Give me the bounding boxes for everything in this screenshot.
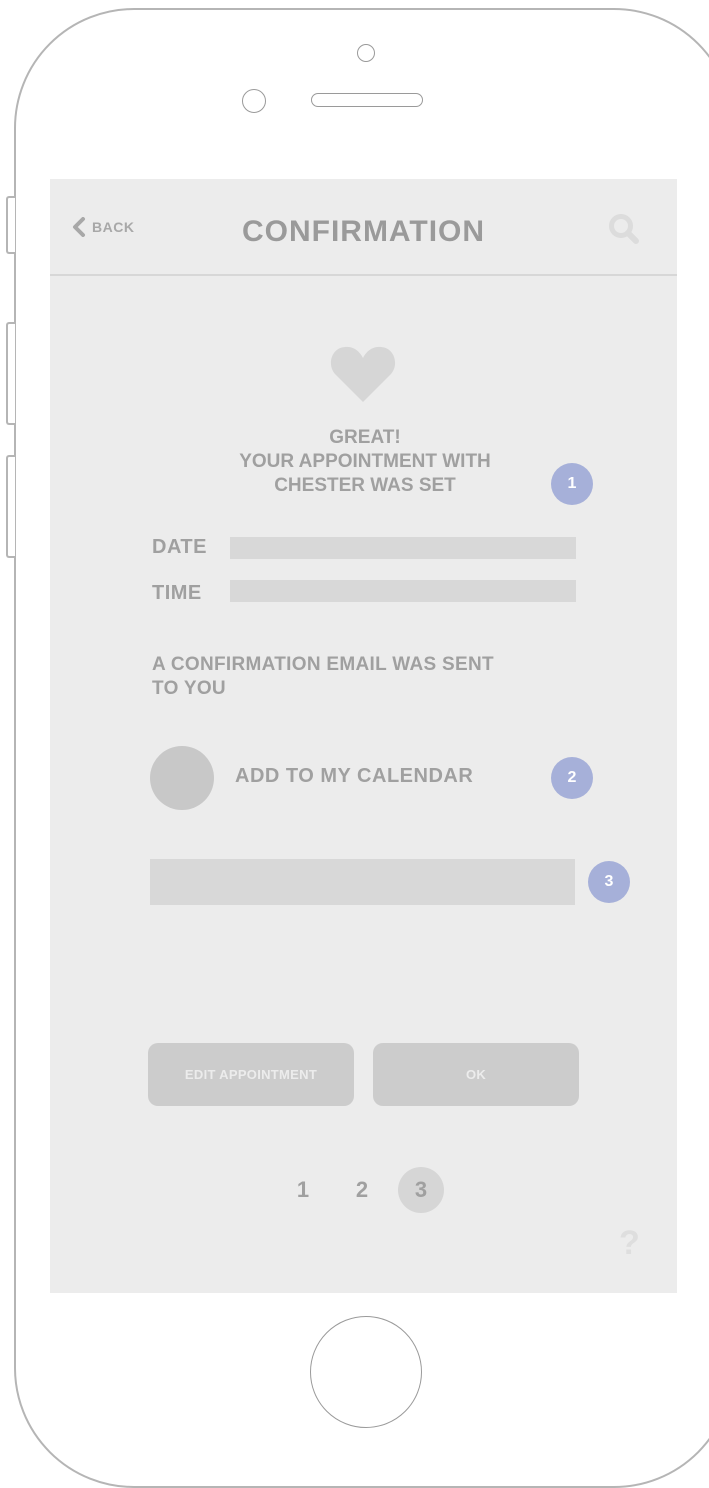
confirmation-line-3: CHESTER WAS SET	[274, 475, 456, 496]
page-title: CONFIRMATION	[241, 215, 486, 248]
ok-button[interactable]: OK	[373, 1043, 579, 1106]
volume-down-button	[6, 455, 15, 558]
add-calendar-label: ADD TO MY CALENDAR	[235, 765, 474, 787]
confirmation-message: GREAT! YOUR APPOINTMENT WITH CHESTER WAS…	[190, 426, 540, 498]
email-line-2: TO YOU	[152, 678, 226, 699]
screen: BACK CONFIRMATION GREAT! YOUR APPOINTMEN…	[50, 179, 677, 1293]
nav-header: BACK CONFIRMATION	[50, 179, 677, 276]
annotation-badge-1: 1	[551, 463, 593, 505]
page-1[interactable]: 1	[280, 1167, 326, 1213]
date-value	[230, 537, 576, 559]
page-3-current[interactable]: 3	[398, 1167, 444, 1213]
earpiece-speaker	[311, 93, 423, 107]
front-sensor	[357, 44, 375, 62]
confirmation-line-1: GREAT!	[329, 427, 401, 448]
search-icon	[609, 214, 639, 244]
email-sent-message: A CONFIRMATION EMAIL WAS SENT TO YOU	[152, 653, 592, 701]
home-button[interactable]	[310, 1316, 422, 1428]
details-placeholder	[150, 859, 575, 905]
confirmation-line-2: YOUR APPOINTMENT WITH	[239, 451, 491, 472]
volume-up-button	[6, 322, 15, 425]
help-button[interactable]: ?	[619, 1224, 640, 1263]
annotation-badge-3: 3	[588, 861, 630, 903]
time-value	[230, 580, 576, 602]
add-calendar-toggle[interactable]	[150, 746, 214, 810]
annotation-badge-2: 2	[551, 757, 593, 799]
front-camera	[242, 89, 266, 113]
search-button[interactable]	[608, 213, 640, 245]
email-line-1: A CONFIRMATION EMAIL WAS SENT	[152, 654, 494, 675]
page-2[interactable]: 2	[339, 1167, 385, 1213]
mute-switch	[6, 196, 15, 254]
date-label: DATE	[152, 536, 207, 558]
time-label: TIME	[152, 582, 202, 604]
edit-appointment-button[interactable]: EDIT APPOINTMENT	[148, 1043, 354, 1106]
heart-icon	[330, 346, 396, 402]
